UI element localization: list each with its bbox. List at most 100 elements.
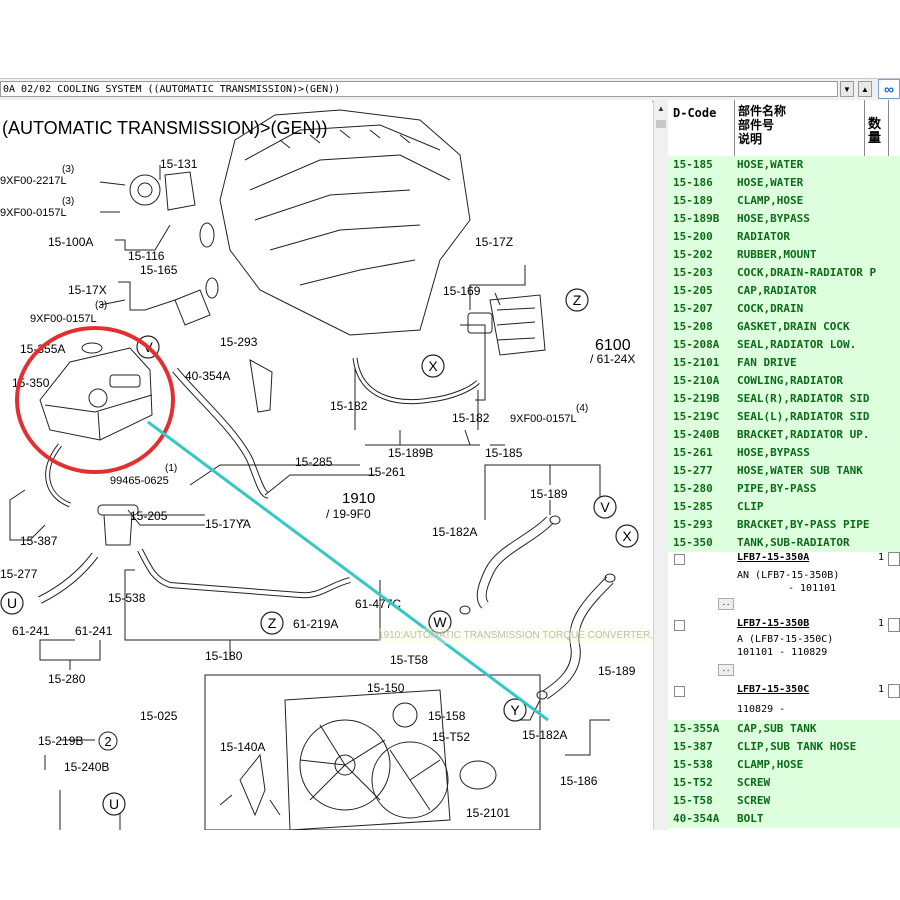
part-code[interactable]: 15-293 — [673, 516, 713, 534]
subpart-number[interactable]: LFB7-15-350C — [737, 684, 809, 695]
label-9xf00-0157l-3[interactable]: 9XF00-0157L — [510, 413, 577, 425]
label-15-17ya[interactable]: 15-17YA — [205, 517, 251, 531]
part-row[interactable]: 15-207 COCK,DRAIN — [668, 300, 900, 318]
subpart-row[interactable]: LFB7-15-350A 1 AN (LFB7-15-350B) - 10110… — [668, 552, 900, 610]
part-code[interactable]: 15-208A — [673, 336, 719, 354]
scroll-thumb[interactable] — [656, 120, 666, 128]
label-15-293[interactable]: 15-293 — [220, 335, 258, 349]
part-code[interactable]: 15-205 — [673, 282, 713, 300]
part-row[interactable]: 15-186 HOSE,WATER — [668, 174, 900, 192]
part-row[interactable]: 15-538 CLAMP,HOSE — [668, 756, 900, 774]
checkbox[interactable] — [674, 686, 685, 697]
part-code[interactable]: 15-261 — [673, 444, 713, 462]
part-code[interactable]: 15-185 — [673, 156, 713, 174]
part-row[interactable]: 15-277 HOSE,WATER SUB TANK — [668, 462, 900, 480]
label-40-354a[interactable]: 40-354A — [185, 369, 230, 383]
part-row[interactable]: 15-200 RADIATOR — [668, 228, 900, 246]
label-15-280[interactable]: 15-280 — [48, 672, 86, 686]
link-icon[interactable]: ∞ — [878, 79, 900, 99]
part-code[interactable]: 15-350 — [673, 534, 713, 552]
part-code[interactable]: 15-202 — [673, 246, 713, 264]
label-15-185[interactable]: 15-185 — [485, 446, 523, 460]
label-15-261[interactable]: 15-261 — [368, 465, 406, 479]
label-15-t58[interactable]: 15-T58 — [390, 653, 428, 667]
dropdown-arrow-icon[interactable]: ▼ — [840, 81, 854, 97]
part-row[interactable]: 15-185 HOSE,WATER — [668, 156, 900, 174]
label-9xf00-0157l[interactable]: 9XF00-0157L — [0, 207, 67, 219]
part-row[interactable]: 15-280 PIPE,BY-PASS — [668, 480, 900, 498]
part-row[interactable]: 15-355A CAP,SUB TANK — [668, 720, 900, 738]
label-15-131[interactable]: 15-131 — [160, 157, 198, 171]
part-row[interactable]: 15-2101 FAN DRIVE — [668, 354, 900, 372]
label-15-186[interactable]: 15-186 — [560, 774, 598, 788]
part-code[interactable]: 15-T58 — [673, 792, 713, 810]
part-code[interactable]: 15-203 — [673, 264, 713, 282]
part-row[interactable]: 15-205 CAP,RADIATOR — [668, 282, 900, 300]
more-button[interactable]: .. — [718, 664, 734, 676]
part-row[interactable]: 15-202 RUBBER,MOUNT — [668, 246, 900, 264]
label-15-219b[interactable]: 15-219B — [38, 734, 83, 748]
part-code[interactable]: 15-210A — [673, 372, 719, 390]
label-15-205[interactable]: 15-205 — [130, 509, 168, 523]
subpart-row[interactable]: LFB7-15-350C 1 110829 - — [668, 684, 900, 724]
part-code[interactable]: 15-200 — [673, 228, 713, 246]
subpart-number[interactable]: LFB7-15-350B — [737, 618, 809, 629]
label-15-150[interactable]: 15-150 — [367, 681, 405, 695]
label-9xf00-0157l-2[interactable]: 9XF00-0157L — [30, 313, 97, 325]
label-15-182a[interactable]: 15-182A — [432, 525, 477, 539]
label-15-t52[interactable]: 15-T52 — [432, 730, 470, 744]
part-row[interactable]: 15-203 COCK,DRAIN-RADIATOR P — [668, 264, 900, 282]
label-15-189[interactable]: 15-189 — [530, 487, 568, 501]
part-row[interactable]: 15-219C SEAL(L),RADIATOR SID — [668, 408, 900, 426]
scroll-up-arrow-icon[interactable]: ▲ — [654, 102, 668, 116]
part-row[interactable]: 15-T52 SCREW — [668, 774, 900, 792]
label-9xf00-2217l[interactable]: 9XF00-2217L — [0, 175, 67, 187]
parts-diagram[interactable]: V X Z V X Z U W Y U (AUTOMATIC TRANSMISS… — [0, 100, 652, 830]
part-row[interactable]: 15-261 HOSE,BYPASS — [668, 444, 900, 462]
label-15-165[interactable]: 15-165 — [140, 263, 178, 277]
part-code[interactable]: 15-219B — [673, 390, 719, 408]
label-15-180[interactable]: 15-180 — [205, 649, 243, 663]
part-code[interactable]: 15-387 — [673, 738, 713, 756]
label-15-17x[interactable]: 15-17X — [68, 283, 107, 297]
label-15-277[interactable]: 15-277 — [0, 567, 38, 581]
label-61-241-2[interactable]: 61-241 — [75, 624, 113, 638]
label-61-24x[interactable]: / 61-24X — [590, 352, 635, 366]
label-61-241[interactable]: 61-241 — [12, 624, 50, 638]
label-15-189b[interactable]: 15-189B — [388, 446, 433, 460]
part-row[interactable]: 15-189 CLAMP,HOSE — [668, 192, 900, 210]
label-15-189-2[interactable]: 15-189 — [598, 664, 636, 678]
label-15-158[interactable]: 15-158 — [428, 709, 466, 723]
label-15-025[interactable]: 15-025 — [140, 709, 178, 723]
qty-box[interactable] — [888, 684, 900, 698]
part-row[interactable]: 15-387 CLIP,SUB TANK HOSE — [668, 738, 900, 756]
part-row[interactable]: 15-210A COWLING,RADIATOR — [668, 372, 900, 390]
part-row[interactable]: 15-285 CLIP — [668, 498, 900, 516]
checkbox[interactable] — [674, 620, 685, 631]
part-code[interactable]: 15-208 — [673, 318, 713, 336]
label-15-182[interactable]: 15-182 — [330, 399, 368, 413]
part-code[interactable]: 15-2101 — [673, 354, 719, 372]
label-19-9f0[interactable]: / 19-9F0 — [326, 507, 371, 521]
subpart-row[interactable]: LFB7-15-350B 1 A (LFB7-15-350C) 101101 -… — [668, 618, 900, 680]
part-row[interactable]: 15-T58 SCREW — [668, 792, 900, 810]
label-15-169[interactable]: 15-169 — [443, 284, 481, 298]
label-15-538[interactable]: 15-538 — [108, 591, 146, 605]
label-15-285[interactable]: 15-285 — [295, 455, 333, 469]
part-code[interactable]: 15-285 — [673, 498, 713, 516]
label-15-387[interactable]: 15-387 — [20, 534, 58, 548]
label-99465-0625[interactable]: 99465-0625 — [110, 475, 169, 487]
subpart-number[interactable]: LFB7-15-350A — [737, 552, 809, 563]
label-15-140a[interactable]: 15-140A — [220, 740, 265, 754]
path-field[interactable]: 0A 02/02 COOLING SYSTEM ((AUTOMATIC TRAN… — [0, 81, 838, 97]
label-15-2101[interactable]: 15-2101 — [466, 806, 510, 820]
part-row[interactable]: 15-240B BRACKET,RADIATOR UP. — [668, 426, 900, 444]
part-code[interactable]: 15-189B — [673, 210, 719, 228]
part-row[interactable]: 15-350 TANK,SUB-RADIATOR — [668, 534, 900, 552]
label-61-219a[interactable]: 61-219A — [293, 617, 338, 631]
part-row[interactable]: 15-219B SEAL(R),RADIATOR SID — [668, 390, 900, 408]
part-code[interactable]: 15-T52 — [673, 774, 713, 792]
checkbox[interactable] — [674, 554, 685, 565]
qty-box[interactable] — [888, 552, 900, 566]
part-code[interactable]: 15-280 — [673, 480, 713, 498]
